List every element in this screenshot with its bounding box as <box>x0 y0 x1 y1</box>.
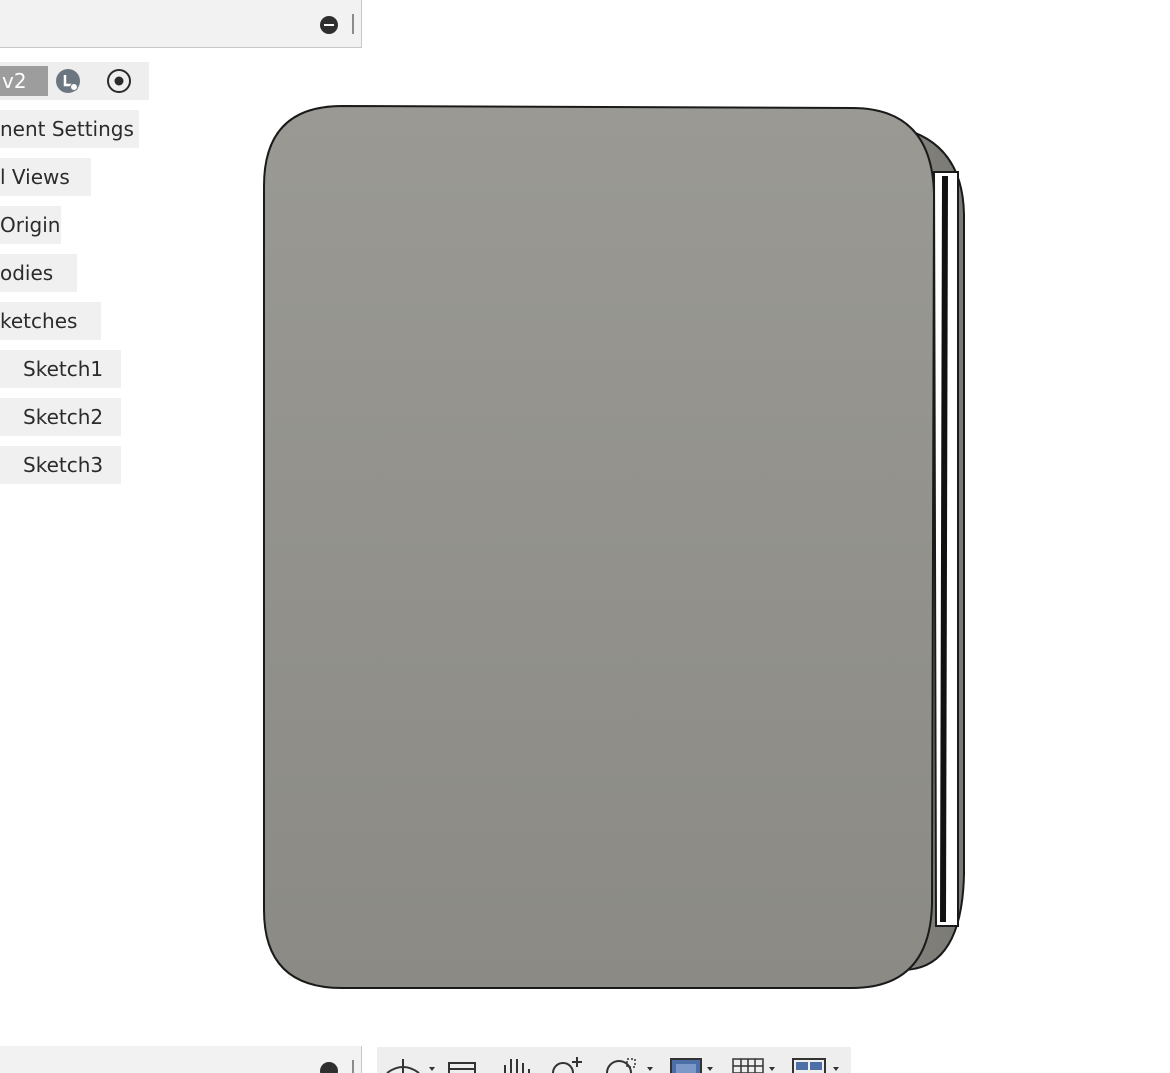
browser-item-sketch3[interactable]: Sketch3 <box>0 446 121 484</box>
browser-item-label: Sketch1 <box>23 357 104 381</box>
browser-item-named-views[interactable]: l Views <box>0 158 91 196</box>
browser-item-label: l Views <box>0 165 70 189</box>
browser-item-origin[interactable]: Origin <box>0 206 61 244</box>
orbit-icon[interactable] <box>383 1055 439 1073</box>
model-front-face <box>263 104 936 989</box>
browser-item-sketches[interactable]: ketches <box>0 302 101 340</box>
plus-circle-icon[interactable] <box>320 1062 338 1073</box>
browser-item-sketch2[interactable]: Sketch2 <box>0 398 121 436</box>
browser-item-label: Origin <box>0 213 61 237</box>
minus-circle-icon[interactable] <box>320 16 338 34</box>
fusion-workspace: v2 nent Settings l Views Origin odies ke… <box>0 0 1170 1073</box>
browser-panel-header <box>0 0 362 48</box>
component-version-label: v2 <box>0 66 48 96</box>
browser-item-label: Sketch2 <box>23 405 104 429</box>
comments-panel-header <box>0 1046 362 1073</box>
browser-component-row[interactable]: v2 <box>0 62 149 100</box>
zoom-icon[interactable] <box>549 1055 589 1073</box>
lightbulb-icon[interactable] <box>55 68 81 94</box>
navigation-toolbar <box>377 1047 851 1073</box>
viewports-icon[interactable] <box>791 1055 847 1073</box>
browser-item-document-settings[interactable]: nent Settings <box>0 110 139 148</box>
panel-grip-handle[interactable] <box>352 1060 354 1073</box>
zoom-window-icon[interactable] <box>603 1055 663 1073</box>
browser-item-bodies[interactable]: odies <box>0 254 77 292</box>
model-body[interactable] <box>262 104 972 994</box>
panel-grip-handle[interactable] <box>352 14 354 34</box>
browser-item-label: nent Settings <box>0 117 134 141</box>
browser-item-sketch1[interactable]: Sketch1 <box>0 350 121 388</box>
browser-item-label: odies <box>0 261 54 285</box>
radio-target-icon[interactable] <box>106 68 132 94</box>
grid-icon[interactable] <box>731 1055 783 1073</box>
browser-item-label: ketches <box>0 309 78 333</box>
browser-item-label: Sketch3 <box>23 453 104 477</box>
display-settings-icon[interactable] <box>669 1055 721 1073</box>
look-at-icon[interactable] <box>445 1055 481 1073</box>
pan-hand-icon[interactable] <box>497 1055 537 1073</box>
